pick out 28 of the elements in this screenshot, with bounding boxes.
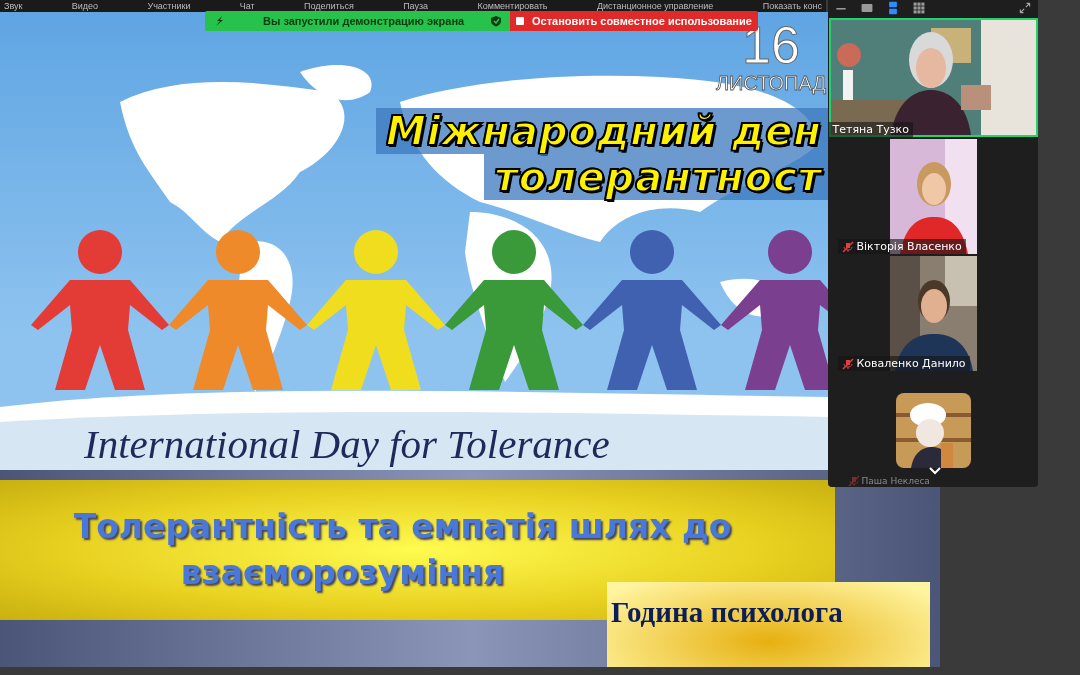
- stop-share-button[interactable]: Остановить совместное использование: [510, 11, 758, 31]
- shield-icon: [490, 15, 502, 27]
- menu-item[interactable]: Участники: [147, 0, 191, 12]
- share-status-text: Вы запустили демонстрацию экрана: [262, 15, 466, 27]
- expand-icon[interactable]: [1018, 1, 1032, 15]
- slide-label: Година психолога: [607, 582, 930, 667]
- participant-name: Вікторія Власенко: [856, 240, 962, 253]
- grid-view-icon[interactable]: [912, 1, 926, 15]
- slide-title: Міжнародний ден: [375, 108, 828, 154]
- menu-item[interactable]: Показать конс: [762, 0, 822, 12]
- slide-heading: Толерантність та емпатія шлях до: [73, 506, 732, 548]
- slide-subtitle: International Day for Tolerance: [83, 420, 611, 468]
- strip-view-icon[interactable]: [886, 1, 900, 15]
- speaker-view-icon[interactable]: [860, 1, 874, 15]
- participant-name: Тетяна Тузко: [832, 123, 909, 136]
- menu-item[interactable]: Дистанционное управление: [596, 0, 714, 12]
- participant-name: Коваленко Данило: [856, 357, 966, 370]
- menu-item[interactable]: Чат: [239, 0, 255, 12]
- participant-name: Паша Неклеса: [861, 476, 930, 486]
- slide-title: толерантност: [484, 154, 828, 200]
- date-month: ЛИСТОПАД: [715, 72, 826, 94]
- slide-heading: взаєморозуміння: [180, 552, 506, 594]
- menu-item[interactable]: Поделиться: [304, 0, 354, 12]
- menu-item[interactable]: Видео: [71, 0, 99, 12]
- menu-item[interactable]: Звук: [4, 0, 23, 12]
- menu-item[interactable]: Пауза: [403, 0, 429, 12]
- chevron-down-icon[interactable]: [928, 466, 942, 475]
- menu-item[interactable]: Комментировать: [477, 0, 548, 12]
